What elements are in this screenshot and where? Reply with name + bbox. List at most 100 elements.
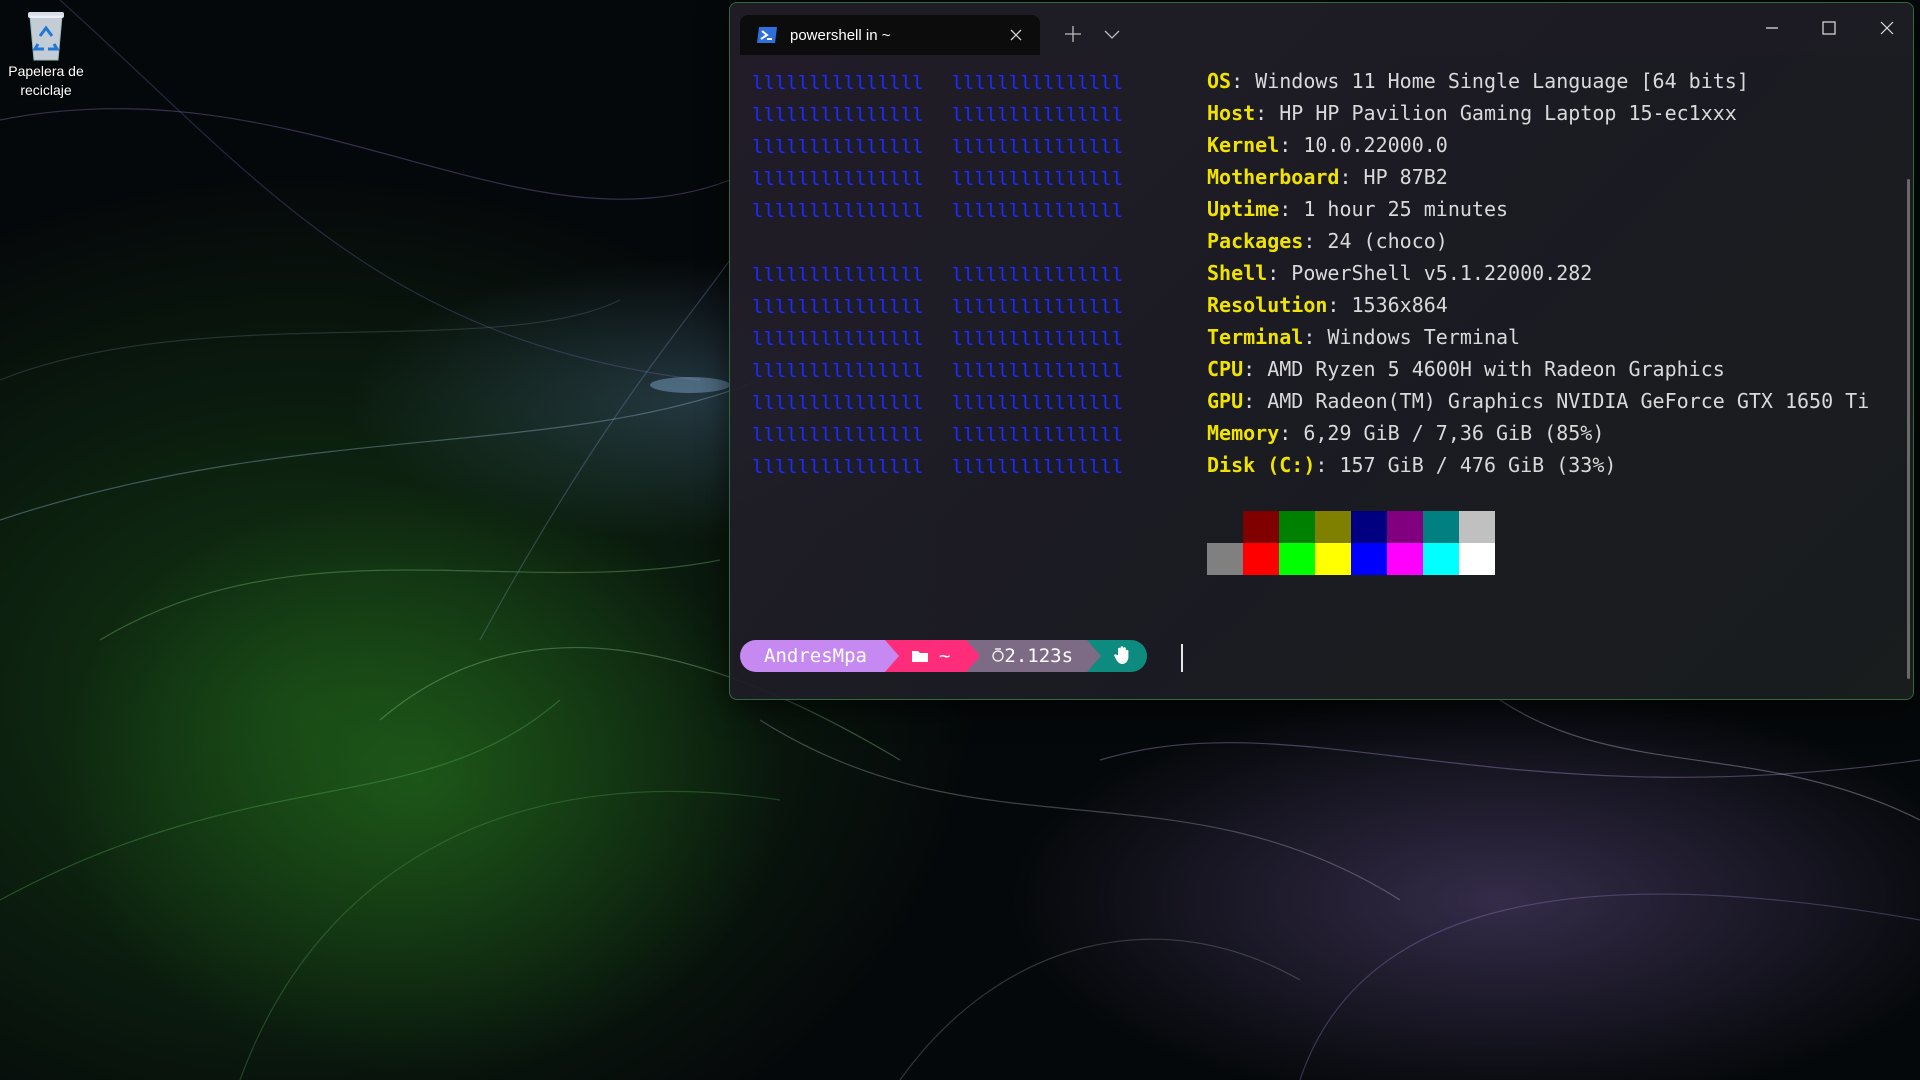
info-row: Shell: PowerShell v5.1.22000.282 xyxy=(1207,261,1593,285)
info-value: Windows Terminal xyxy=(1315,325,1521,349)
logo-chunk-left: lllllllllllllll xyxy=(752,424,924,446)
logo-row: lllllllllllllll lllllllllllllll xyxy=(752,131,1123,163)
info-key: OS xyxy=(1207,69,1232,93)
info-key: Packages xyxy=(1207,229,1304,253)
info-value: AMD Ryzen 5 4600H with Radeon Graphics xyxy=(1255,357,1725,381)
color-swatch xyxy=(1387,543,1423,575)
minimize-icon[interactable] xyxy=(1761,17,1783,39)
logo-chunk-left: lllllllllllllll xyxy=(752,360,924,382)
terminal-window[interactable]: powershell in ~ lllllllllllllll lllllllll… xyxy=(729,2,1914,700)
info-value: 24 (choco) xyxy=(1315,229,1448,253)
close-tab-icon[interactable] xyxy=(1008,27,1024,43)
info-row: GPU: AMD Radeon(TM) Graphics NVIDIA GeFo… xyxy=(1207,389,1870,413)
prompt-timer-segment: 2.123s xyxy=(966,640,1102,672)
logo-row: lllllllllllllll lllllllllllllll xyxy=(752,291,1123,323)
tab-powershell[interactable]: powershell in ~ xyxy=(740,15,1040,55)
color-swatch xyxy=(1315,543,1351,575)
info-value: AMD Radeon(TM) Graphics NVIDIA GeForce G… xyxy=(1255,389,1870,413)
tab-title: powershell in ~ xyxy=(790,26,891,44)
logo-chunk-right: lllllllllllllll xyxy=(951,264,1124,286)
close-window-icon[interactable] xyxy=(1876,17,1898,39)
prompt-path: ~ xyxy=(938,645,951,667)
color-swatch xyxy=(1243,543,1279,575)
color-swatch xyxy=(1279,511,1315,543)
color-swatch xyxy=(1423,543,1459,575)
chevron-down-icon[interactable] xyxy=(1102,25,1122,43)
info-key: Disk (C:) xyxy=(1207,453,1316,477)
logo-chunk-right: lllllllllllllll xyxy=(951,424,1124,446)
prompt-user-segment: AndresMpa xyxy=(740,640,899,672)
color-swatch xyxy=(1423,511,1459,543)
info-key: Terminal xyxy=(1207,325,1304,349)
prompt-timer: 2.123s xyxy=(1004,645,1074,667)
color-swatch xyxy=(1351,511,1387,543)
info-value: 6,29 GiB / 7,36 GiB (85%) xyxy=(1291,421,1605,445)
prompt-user: AndresMpa xyxy=(764,645,867,667)
system-info: OS: Windows 11 Home Single Language [64 … xyxy=(1207,65,1869,481)
title-bar[interactable]: powershell in ~ xyxy=(730,3,1913,55)
info-row: Resolution: 1536x864 xyxy=(1207,293,1448,317)
logo-chunk-left: lllllllllllllll xyxy=(752,200,924,222)
info-row: Motherboard: HP 87B2 xyxy=(1207,165,1448,189)
logo-chunk-right: lllllllllllllll xyxy=(951,392,1124,414)
info-value: 157 GiB / 476 GiB (33%) xyxy=(1327,453,1617,477)
logo-row: lllllllllllllll lllllllllllllll xyxy=(752,67,1123,99)
color-swatch xyxy=(1387,511,1423,543)
info-key: Motherboard xyxy=(1207,165,1340,189)
logo-chunk-left: lllllllllllllll xyxy=(752,392,924,414)
maximize-icon[interactable] xyxy=(1818,17,1840,39)
info-value: 1 hour 25 minutes xyxy=(1291,197,1509,221)
logo-chunk-left: lllllllllllllll xyxy=(752,136,924,158)
recycle-bin-label-line2: reciclaje xyxy=(20,82,72,98)
logo-chunk-right: lllllllllllllll xyxy=(951,104,1124,126)
info-row: Kernel: 10.0.22000.0 xyxy=(1207,133,1448,157)
logo-chunk-right: lllllllllllllll xyxy=(951,168,1124,190)
recycle-bin-shortcut[interactable]: Papelera de reciclaje xyxy=(4,6,88,100)
logo-row: lllllllllllllll lllllllllllllll xyxy=(752,195,1123,227)
info-row: Host: HP HP Pavilion Gaming Laptop 15-ec… xyxy=(1207,101,1737,125)
logo-chunk-right: lllllllllllllll xyxy=(951,456,1124,478)
info-key: Resolution xyxy=(1207,293,1328,317)
stopwatch-icon xyxy=(992,648,1005,662)
ascii-windows-logo: lllllllllllllll lllllllllllllll llllllllll… xyxy=(752,67,1123,483)
logo-chunk-right: lllllllllllllll xyxy=(951,296,1124,318)
info-value: PowerShell v5.1.22000.282 xyxy=(1279,261,1593,285)
logo-chunk-right: lllllllllllllll xyxy=(951,360,1124,382)
shell-prompt: AndresMpa ~ 2.123s xyxy=(740,640,1148,672)
text-cursor[interactable] xyxy=(1181,644,1183,672)
logo-chunk-left: lllllllllllllll xyxy=(752,296,924,318)
color-swatch xyxy=(1315,511,1351,543)
logo-chunk-right: lllllllllllllll xyxy=(951,328,1124,350)
info-row: Disk (C:): 157 GiB / 476 GiB (33%) xyxy=(1207,453,1617,477)
new-tab-icon[interactable] xyxy=(1062,23,1084,45)
info-key: Shell xyxy=(1207,261,1268,285)
color-swatch xyxy=(1459,511,1495,543)
info-key: Host xyxy=(1207,101,1256,125)
info-key: CPU xyxy=(1207,357,1244,381)
color-swatch xyxy=(1351,543,1387,575)
logo-chunk-left: lllllllllllllll xyxy=(752,72,924,94)
color-swatch xyxy=(1207,543,1243,575)
logo-chunk-left: lllllllllllllll xyxy=(752,264,924,286)
info-row: CPU: AMD Ryzen 5 4600H with Radeon Graph… xyxy=(1207,357,1725,381)
color-swatch xyxy=(1459,543,1495,575)
info-row: Packages: 24 (choco) xyxy=(1207,229,1448,253)
recycle-bin-icon xyxy=(28,12,64,61)
color-palette xyxy=(1207,511,1495,575)
logo-row: lllllllllllllll lllllllllllllll xyxy=(752,355,1123,387)
info-key: Memory xyxy=(1207,421,1280,445)
logo-chunk-right: lllllllllllllll xyxy=(951,136,1124,158)
info-row: Terminal: Windows Terminal xyxy=(1207,325,1521,349)
color-swatch xyxy=(1243,511,1279,543)
logo-chunk-right: lllllllllllllll xyxy=(951,72,1124,94)
info-key: Kernel xyxy=(1207,133,1280,157)
logo-row: lllllllllllllll lllllllllllllll xyxy=(752,323,1123,355)
logo-row: lllllllllllllll lllllllllllllll xyxy=(752,419,1123,451)
info-value: HP HP Pavilion Gaming Laptop 15-ec1xxx xyxy=(1267,101,1737,125)
logo-row: lllllllllllllll lllllllllllllll xyxy=(752,387,1123,419)
recycle-bin-label-line1: Papelera de xyxy=(8,63,84,79)
logo-row: lllllllllllllll lllllllllllllll xyxy=(752,451,1123,483)
info-value: 10.0.22000.0 xyxy=(1291,133,1448,157)
scrollbar[interactable] xyxy=(1907,179,1910,679)
logo-spacer xyxy=(752,227,1123,259)
